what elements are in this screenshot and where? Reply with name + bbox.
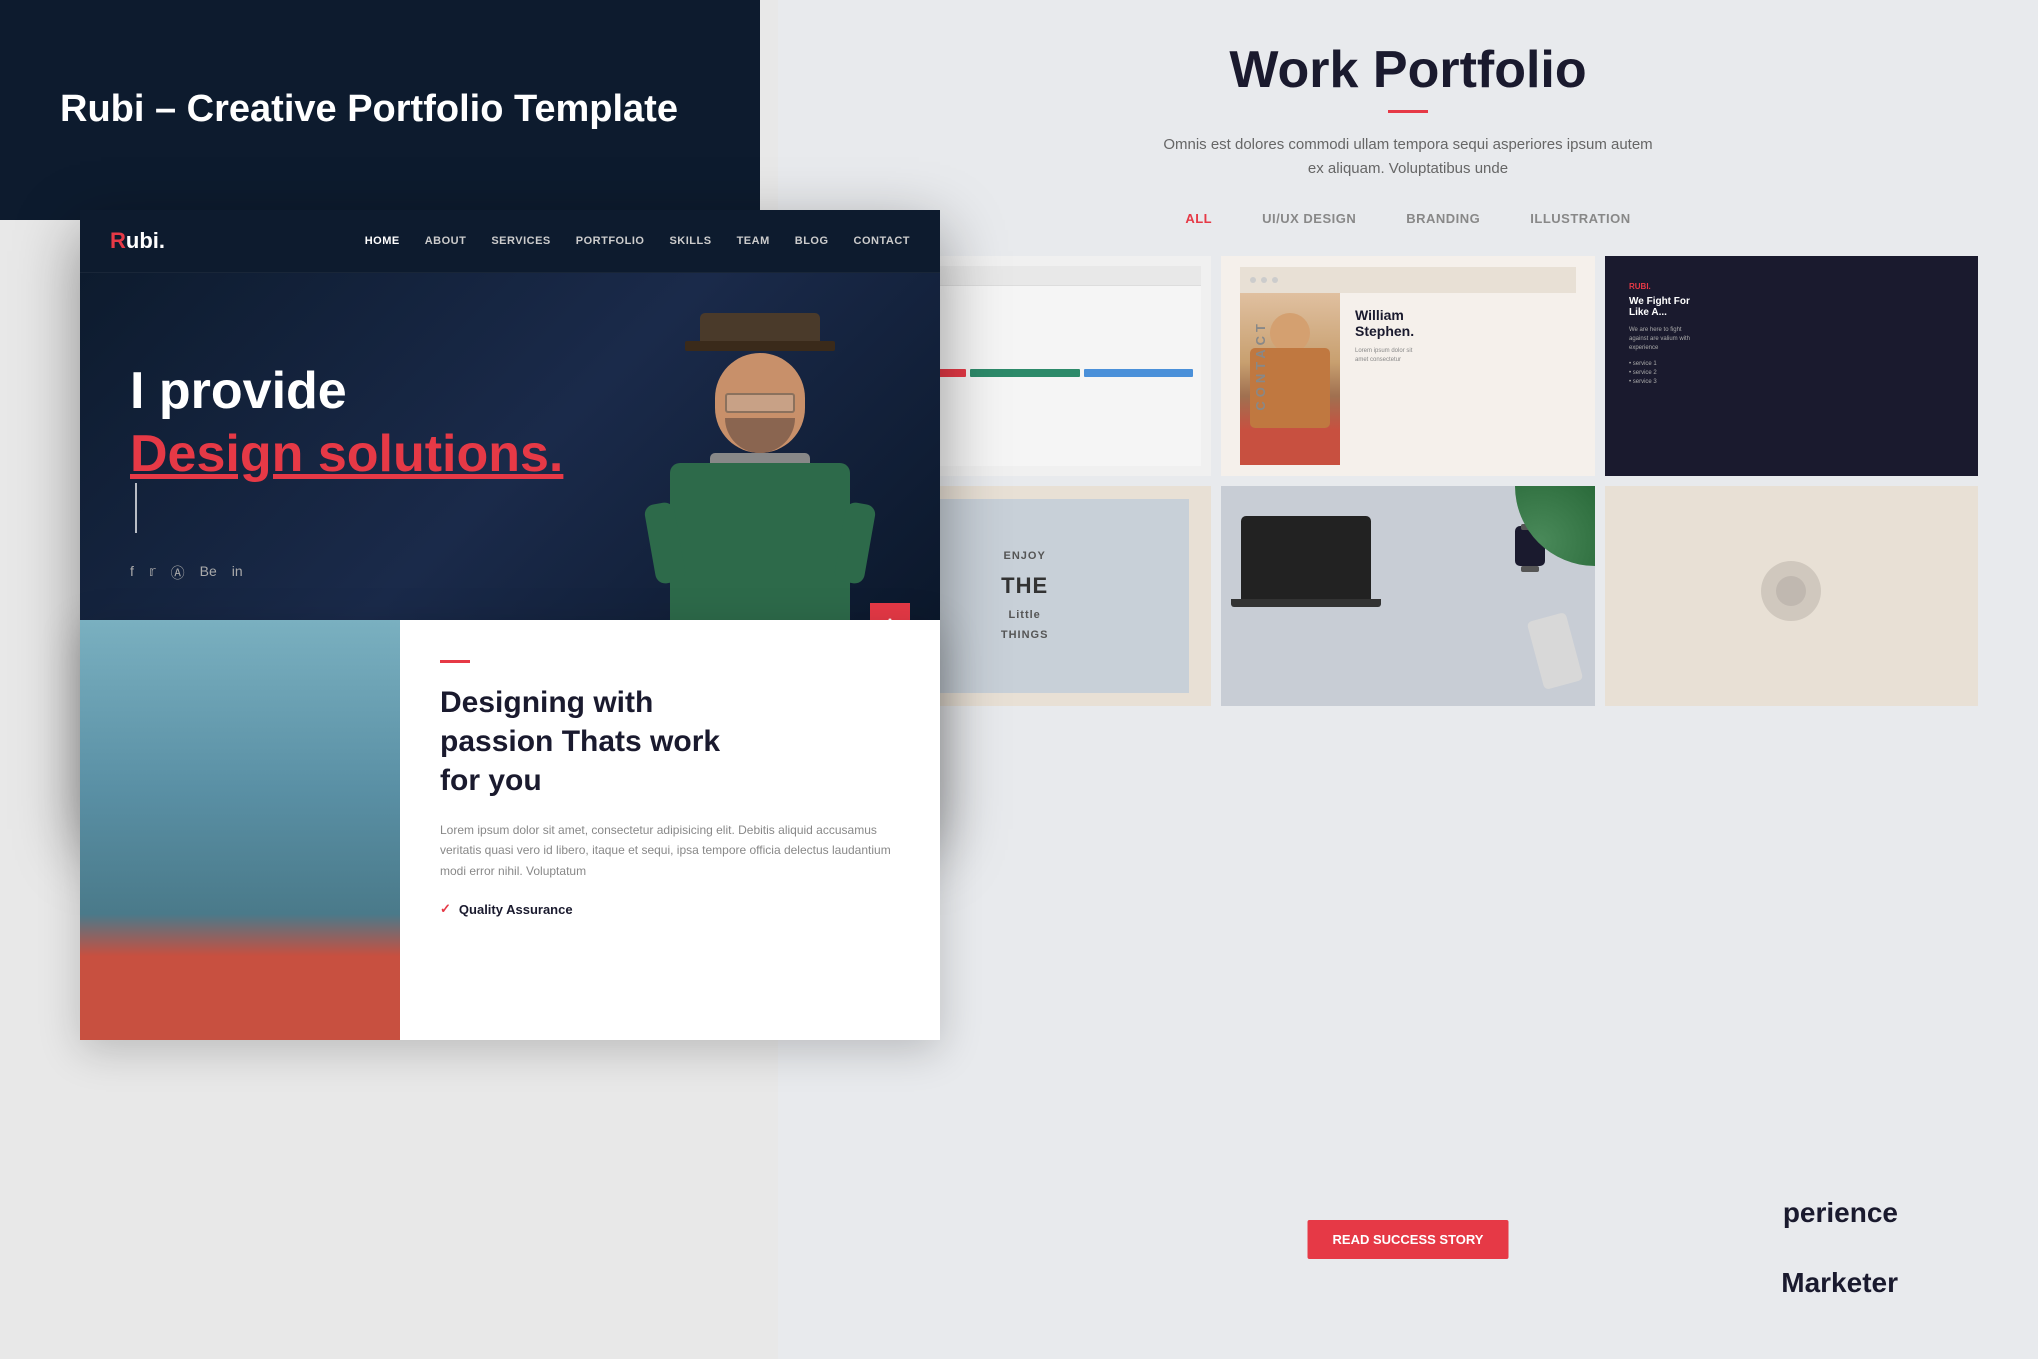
portfolio-title: Work Portfolio	[838, 40, 1978, 100]
logo-r: R	[110, 228, 126, 253]
nav-skills[interactable]: SKILLS	[669, 235, 711, 247]
about-heading-line1: Designing with	[440, 686, 653, 719]
dark-card: RUBI. We Fight ForLike A... We are here …	[1614, 267, 1969, 465]
nav-about[interactable]: ABOUT	[425, 235, 467, 247]
check-label: Quality Assurance	[459, 902, 573, 917]
portfolio-item-5[interactable]	[1221, 486, 1594, 706]
checkmark-icon: ✓	[440, 901, 451, 917]
about-check-item: ✓ Quality Assurance	[440, 901, 900, 917]
filter-illustration[interactable]: ILLUSTRATION	[1530, 211, 1630, 226]
portfolio-item-6[interactable]	[1605, 486, 1978, 706]
title-divider	[1388, 110, 1428, 113]
experience-label: perience	[1783, 1197, 1898, 1229]
hero-line1: I provide	[130, 363, 890, 420]
logo: Rubi.	[110, 228, 165, 254]
portfolio-filters: ALL UI/UX DESIGN BRANDING ILLUSTRATION	[838, 211, 1978, 226]
logo-rest: ubi.	[126, 228, 165, 253]
contact-vertical-text: CONTACT	[1253, 320, 1268, 411]
portfolio-grid: strategies	[838, 256, 1978, 706]
social-dribbble[interactable]: Ⓐ	[171, 563, 185, 583]
nav-team[interactable]: TEAM	[737, 235, 770, 247]
page-title: Rubi – Creative Portfolio Template	[60, 87, 678, 133]
portfolio-item-3[interactable]: RUBI. We Fight ForLike A... We are here …	[1605, 256, 1978, 476]
nav-services[interactable]: SERVICES	[491, 235, 550, 247]
nav-links: HOME ABOUT SERVICES PORTFOLIO SKILLS TEA…	[365, 235, 910, 247]
about-heading-line2: passion Thats work	[440, 725, 720, 758]
hero-line2: Design solutions.	[130, 426, 890, 483]
filter-uiux[interactable]: UI/UX DESIGN	[1262, 211, 1356, 226]
right-panel: Work Portfolio Omnis est dolores commodi…	[778, 0, 2038, 1359]
nav-home[interactable]: HOME	[365, 235, 400, 247]
header-area: Rubi – Creative Portfolio Template	[0, 0, 760, 220]
man-hat	[700, 313, 820, 343]
about-person-image	[80, 620, 400, 1040]
mockup-navbar: Rubi. HOME ABOUT SERVICES PORTFOLIO SKIL…	[80, 210, 940, 273]
person-name-line2: Stephen.	[1355, 323, 1414, 339]
about-image-panel	[80, 620, 400, 1040]
about-accent-line	[440, 660, 470, 663]
about-body-text: Lorem ipsum dolor sit amet, consectetur …	[440, 820, 900, 881]
about-heading: Designing with passion Thats work for yo…	[440, 683, 900, 800]
enjoy-text: ENJOYTHELittleTHINGS	[1001, 547, 1049, 646]
nav-blog[interactable]: BLOG	[795, 235, 829, 247]
nav-portfolio[interactable]: PORTFOLIO	[576, 235, 645, 247]
social-linkedin[interactable]: in	[232, 563, 243, 583]
social-behance[interactable]: Be	[200, 563, 217, 583]
about-content: Designing with passion Thats work for yo…	[400, 620, 940, 1040]
read-success-button[interactable]: READ SUCCESS STORY	[1308, 1220, 1509, 1259]
portfolio-subtitle: Omnis est dolores commodi ullam tempora …	[1158, 133, 1658, 181]
filter-all[interactable]: ALL	[1185, 211, 1212, 226]
social-facebook[interactable]: f	[130, 563, 134, 583]
mockup-hero: I provide Design solutions. f 𝕣 Ⓐ Be in	[80, 273, 940, 673]
filter-branding[interactable]: BRANDING	[1406, 211, 1480, 226]
social-twitter[interactable]: 𝕣	[149, 563, 156, 583]
portfolio-item-2[interactable]: William Stephen. Lorem ipsum dolor sit a…	[1221, 256, 1594, 476]
person-name-line1: William	[1355, 308, 1414, 323]
man-hat-brim	[685, 341, 835, 351]
marketer-label: Marketer	[1781, 1267, 1898, 1299]
about-mockup: Designing with passion Thats work for yo…	[80, 620, 940, 1040]
about-heading-line3: for you	[440, 764, 542, 797]
portfolio-area: Work Portfolio Omnis est dolores commodi…	[838, 40, 1978, 1319]
nav-contact[interactable]: CONTACT	[854, 235, 910, 247]
